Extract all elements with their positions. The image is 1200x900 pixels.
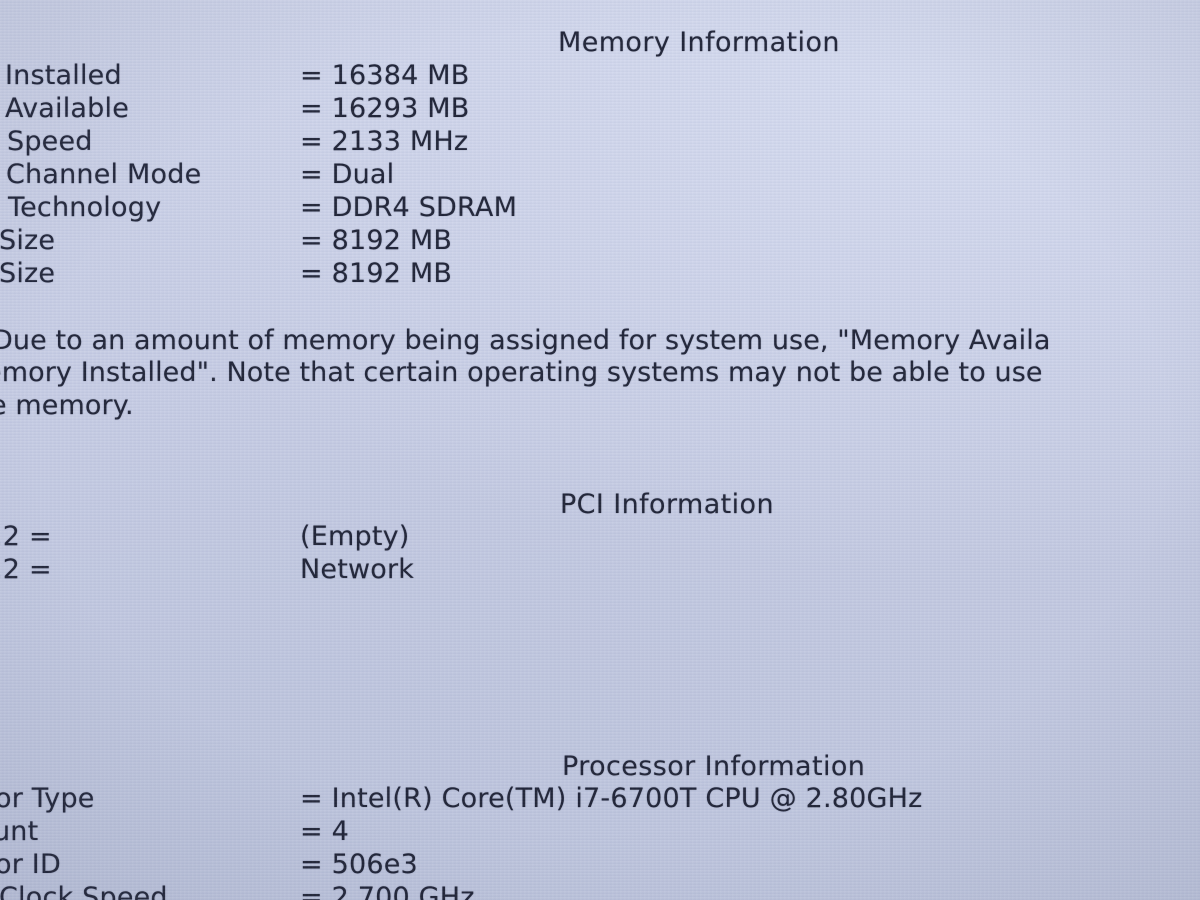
pci-label-slot-1: .2 = — [0, 521, 52, 552]
memory-value-installed: = 16384 MB — [300, 60, 470, 91]
memory-note-line-2: emory Installed". Note that certain oper… — [0, 357, 1043, 388]
processor-label-max-clock-speed: Clock Speed — [0, 882, 168, 900]
pci-value-slot-2: Network — [300, 554, 415, 585]
processor-label-id: or ID — [0, 849, 61, 880]
memory-label-technology: Technology — [8, 192, 162, 223]
pci-label-slot-2: .2 = — [0, 554, 52, 585]
memory-value-available: = 16293 MB — [300, 93, 470, 124]
memory-label-installed: Installed — [5, 60, 122, 91]
processor-value-core-count: = 4 — [300, 816, 349, 847]
processor-information-title: Processor Information — [562, 751, 866, 782]
memory-note-line-1: Due to an amount of memory being assigne… — [0, 325, 1051, 356]
pci-information-title: PCI Information — [560, 489, 774, 520]
processor-label-core-count: unt — [0, 816, 39, 847]
memory-information-title: Memory Information — [558, 27, 840, 58]
processor-value-id: = 506e3 — [300, 849, 418, 880]
memory-label-channel-mode: Channel Mode — [6, 159, 202, 190]
memory-value-channel-mode: = Dual — [300, 159, 395, 190]
memory-label-available: Available — [5, 93, 130, 124]
processor-value-type: = Intel(R) Core(TM) i7-6700T CPU @ 2.80G… — [300, 783, 923, 814]
memory-value-technology: = DDR4 SDRAM — [300, 192, 518, 223]
processor-label-type: or Type — [0, 783, 95, 814]
memory-label-speed: Speed — [7, 126, 93, 157]
memory-label-size-2: Size — [0, 258, 56, 289]
memory-value-speed: = 2133 MHz — [300, 126, 469, 157]
pci-value-slot-1: (Empty) — [300, 521, 410, 552]
memory-label-size-1: Size — [0, 225, 56, 256]
bios-information-screen: Memory Information Installed = 16384 MB … — [0, 0, 1200, 900]
memory-value-size-1: = 8192 MB — [300, 225, 453, 256]
memory-value-size-2: = 8192 MB — [300, 258, 453, 289]
processor-value-max-clock-speed: = 2.700 GHz — [300, 882, 475, 900]
memory-note-line-3: e memory. — [0, 390, 134, 421]
